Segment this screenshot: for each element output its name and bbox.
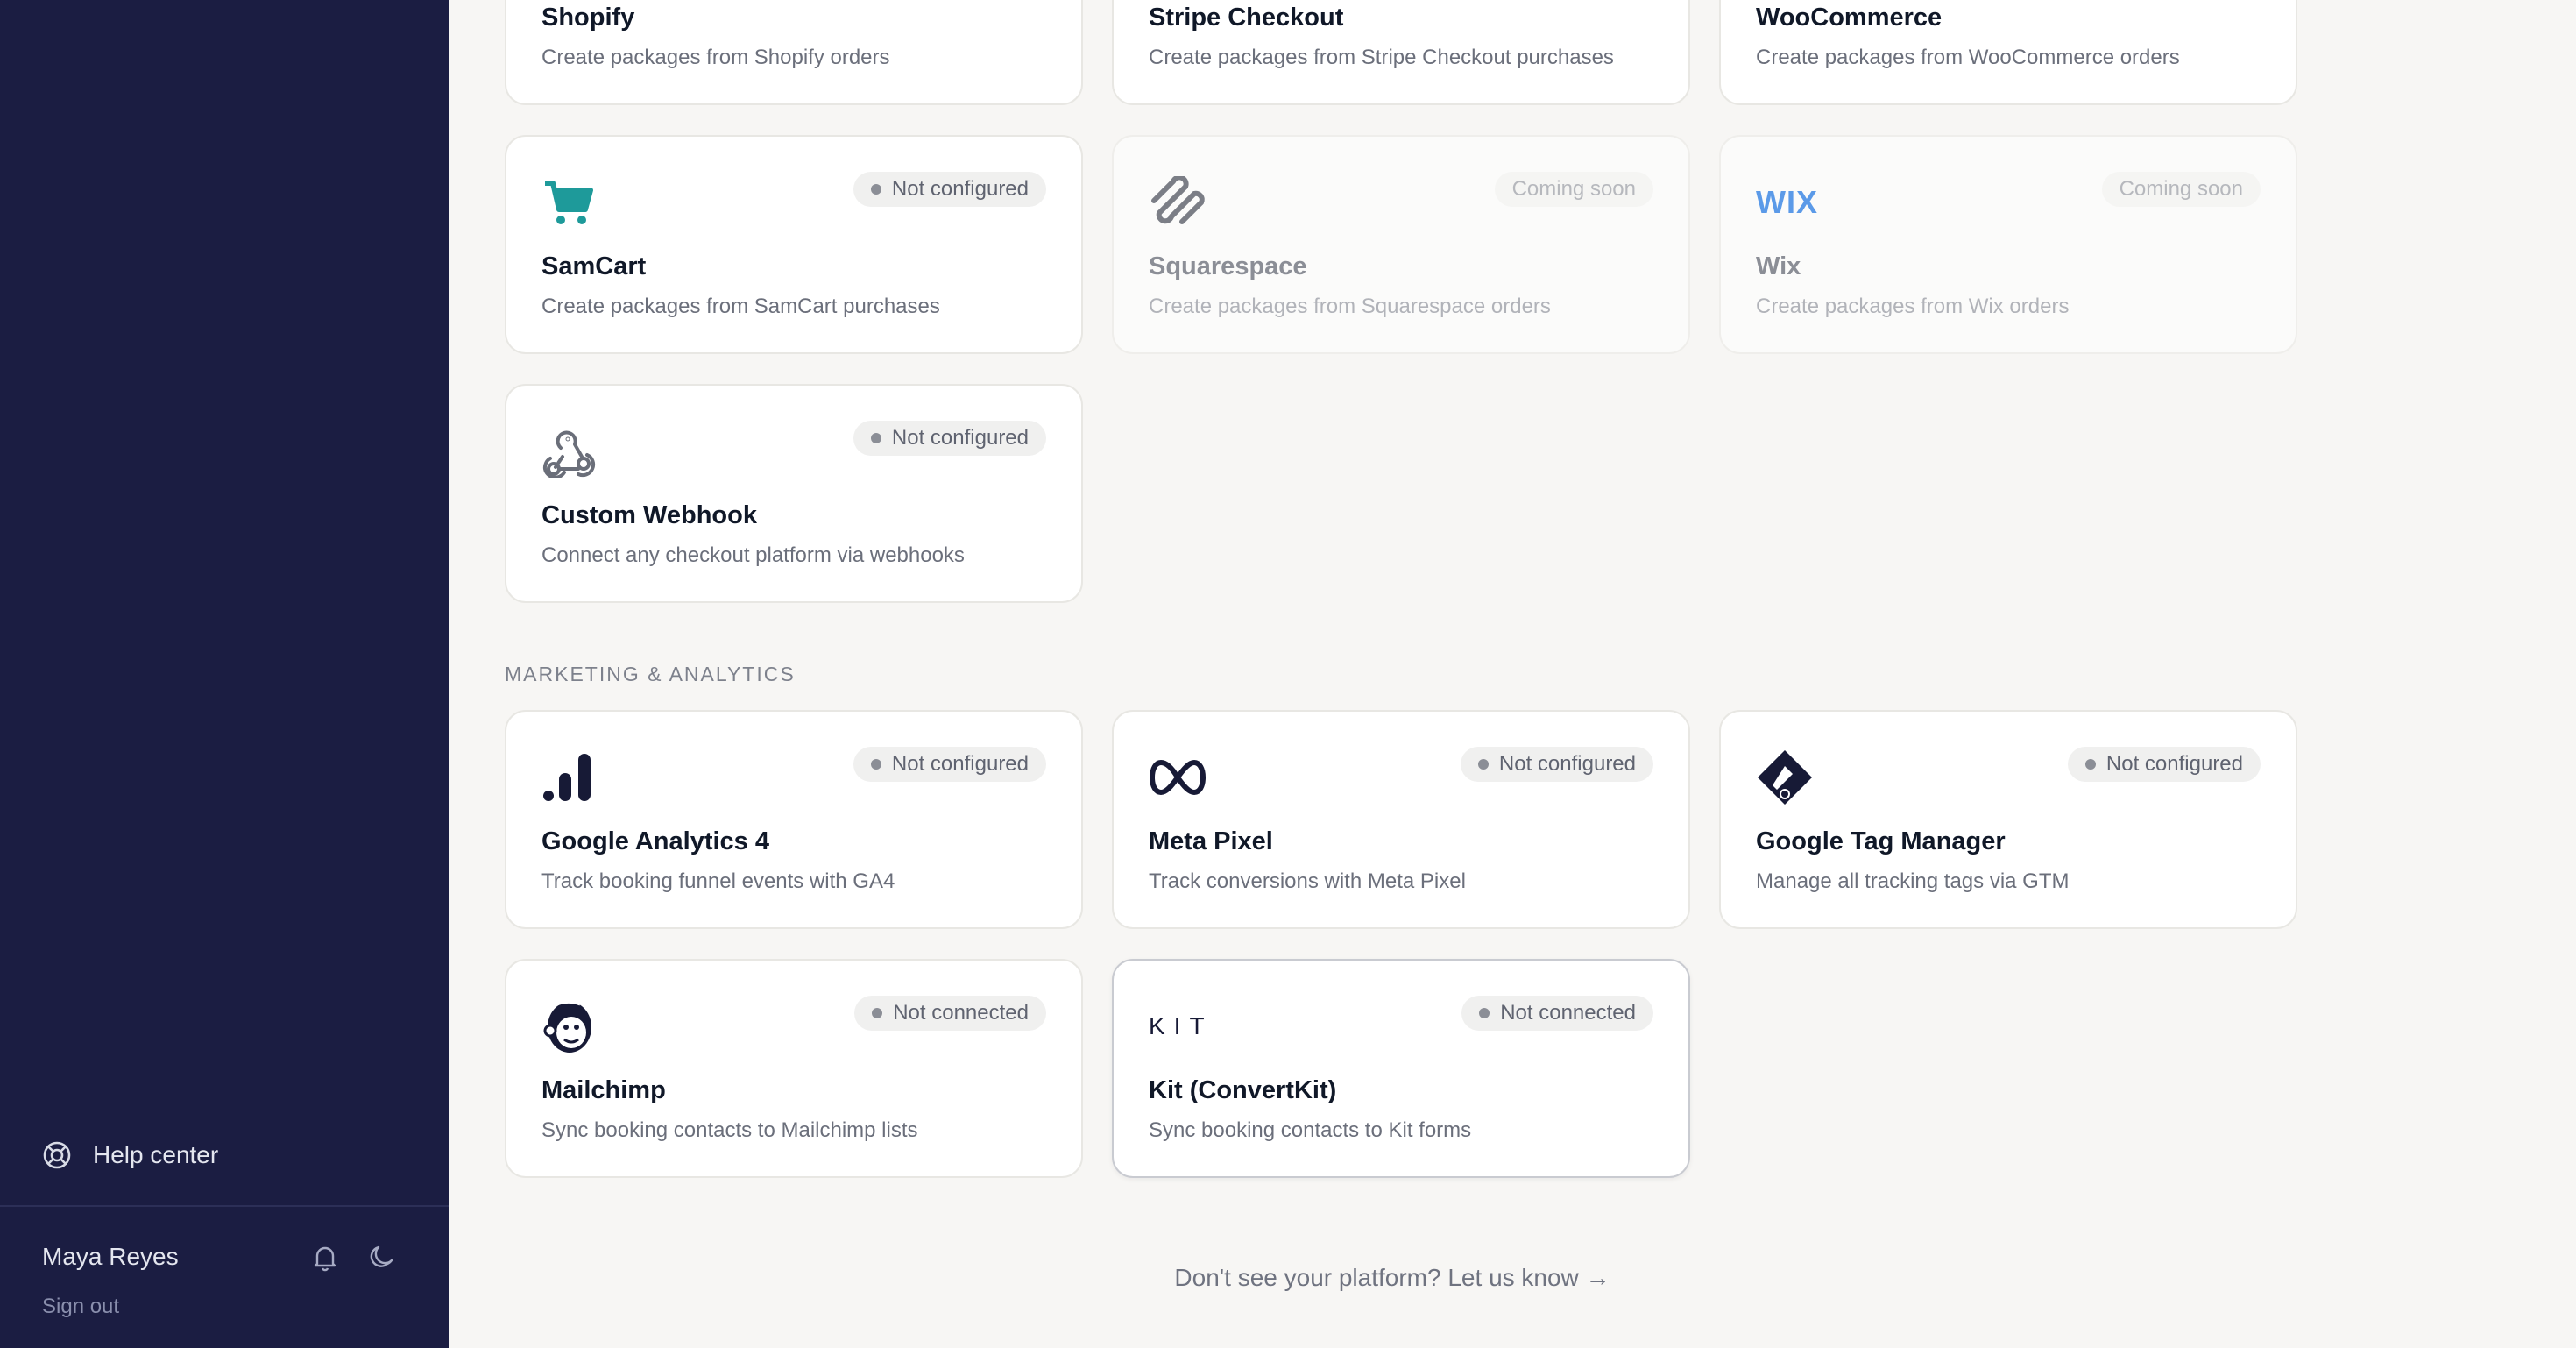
card-stripe-checkout[interactable]: Stripe Checkout Create packages from Str… <box>1112 0 1690 105</box>
cart-icon <box>541 172 603 233</box>
status-badge: Coming soon <box>1494 172 1653 207</box>
status-badge: Not connected <box>854 996 1046 1031</box>
sign-out-link[interactable]: Sign out <box>42 1295 119 1319</box>
card-title: Wix <box>1756 252 1801 280</box>
card-title: Google Analytics 4 <box>541 827 769 855</box>
section-heading-marketing: MARKETING & ANALYTICS <box>505 663 796 685</box>
card-woocommerce[interactable]: WooCommerce Create packages from WooComm… <box>1719 0 2297 105</box>
kit-icon: KIT <box>1149 996 1210 1057</box>
status-dot <box>1479 1008 1490 1018</box>
moon-icon[interactable] <box>366 1243 396 1277</box>
sidebar-divider <box>0 1205 449 1207</box>
squarespace-icon <box>1149 172 1210 233</box>
card-squarespace: Coming soon Squarespace Create packages … <box>1112 135 1690 354</box>
status-label: Coming soon <box>1511 177 1636 201</box>
help-center-link[interactable]: Help center <box>42 1136 218 1174</box>
gtm-icon <box>1756 747 1817 808</box>
card-description: Connect any checkout platform via webhoo… <box>541 543 965 567</box>
card-mailchimp[interactable]: Not connected Mailchimp Sync booking con… <box>505 959 1083 1178</box>
card-samcart[interactable]: Not configured SamCart Create packages f… <box>505 135 1083 354</box>
card-description: Track conversions with Meta Pixel <box>1149 869 1466 893</box>
card-description: Create packages from Shopify orders <box>541 46 890 69</box>
status-label: Not configured <box>891 426 1029 450</box>
card-title: Meta Pixel <box>1149 827 1273 855</box>
user-name: Maya Reyes <box>42 1243 179 1270</box>
bell-icon[interactable] <box>310 1243 340 1277</box>
status-label: Not connected <box>1500 1001 1636 1025</box>
mailchimp-icon <box>541 996 603 1057</box>
card-meta-pixel[interactable]: Not configured Meta Pixel Track conversi… <box>1112 710 1690 929</box>
card-description: Create packages from WooCommerce orders <box>1756 46 2180 69</box>
card-description: Create packages from Stripe Checkout pur… <box>1149 46 1614 69</box>
lifebuoy-icon <box>42 1140 72 1170</box>
integrations-main: Shopify Create packages from Shopify ord… <box>449 0 2576 1348</box>
card-custom-webhook[interactable]: Not configured Custom Webhook Connect an… <box>505 384 1083 603</box>
card-description: Sync booking contacts to Mailchimp lists <box>541 1118 918 1142</box>
status-dot <box>1477 759 1489 770</box>
status-badge: Not configured <box>853 747 1046 782</box>
webhook-icon <box>541 421 603 482</box>
card-description: Manage all tracking tags via GTM <box>1756 869 2070 893</box>
request-platform-link[interactable]: Don't see your platform? Let us know → <box>449 1264 2336 1292</box>
card-title: Shopify <box>541 4 635 32</box>
google-analytics-icon <box>541 747 603 808</box>
card-wix: WIX Coming soon Wix Create packages from… <box>1719 135 2297 354</box>
status-dot <box>870 759 881 770</box>
sidebar: Help center Maya Reyes Sign out <box>0 0 449 1348</box>
card-title: Squarespace <box>1149 252 1307 280</box>
status-badge: Not configured <box>2067 747 2261 782</box>
card-title: SamCart <box>541 252 647 280</box>
card-title: Mailchimp <box>541 1076 666 1104</box>
card-description: Create packages from Squarespace orders <box>1149 294 1551 318</box>
card-kit-convertkit[interactable]: KIT Not connected Kit (ConvertKit) Sync … <box>1112 959 1690 1178</box>
card-google-tag-manager[interactable]: Not configured Google Tag Manager Manage… <box>1719 710 2297 929</box>
card-title: WooCommerce <box>1756 4 1943 32</box>
status-dot <box>2084 759 2096 770</box>
card-shopify[interactable]: Shopify Create packages from Shopify ord… <box>505 0 1083 105</box>
status-label: Not connected <box>893 1001 1029 1025</box>
card-title: Stripe Checkout <box>1149 4 1344 32</box>
status-label: Not configured <box>891 752 1029 776</box>
status-badge: Not configured <box>1460 747 1653 782</box>
card-description: Create packages from Wix orders <box>1756 294 2070 318</box>
status-label: Not configured <box>1498 752 1636 776</box>
status-badge: Not configured <box>853 421 1046 456</box>
help-center-label: Help center <box>93 1141 219 1168</box>
card-google-analytics-4[interactable]: Not configured Google Analytics 4 Track … <box>505 710 1083 929</box>
card-title: Google Tag Manager <box>1756 827 2006 855</box>
status-dot <box>872 1008 883 1018</box>
card-description: Sync booking contacts to Kit forms <box>1149 1118 1472 1142</box>
card-description: Track booking funnel events with GA4 <box>541 869 895 893</box>
status-badge: Not configured <box>853 172 1046 207</box>
status-label: Not configured <box>891 177 1029 201</box>
status-label: Not configured <box>2105 752 2243 776</box>
status-dot <box>870 184 881 195</box>
status-badge: Not connected <box>1461 996 1653 1031</box>
wix-logo-text: WIX <box>1756 184 1818 220</box>
status-badge: Coming soon <box>2101 172 2261 207</box>
card-description: Create packages from SamCart purchases <box>541 294 940 318</box>
wix-icon: WIX <box>1756 172 1817 233</box>
kit-logo-text: KIT <box>1149 1012 1214 1039</box>
card-title: Kit (ConvertKit) <box>1149 1076 1337 1104</box>
status-dot <box>870 433 881 443</box>
card-title: Custom Webhook <box>541 501 757 529</box>
status-label: Coming soon <box>2119 177 2243 201</box>
meta-icon <box>1149 747 1210 808</box>
